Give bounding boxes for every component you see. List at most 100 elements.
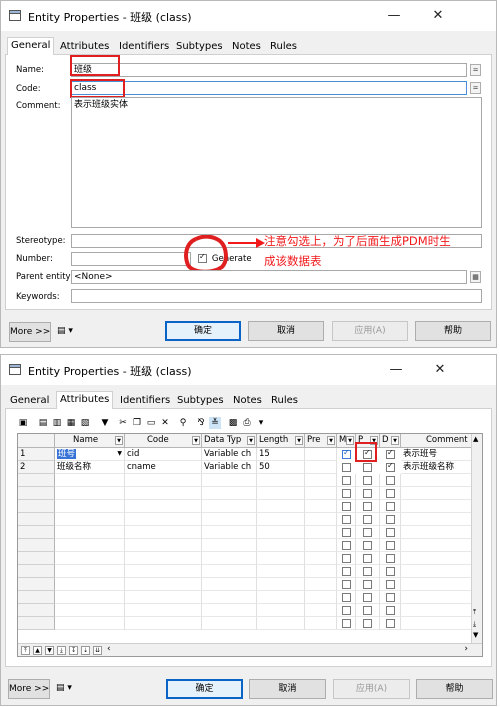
empty-cell[interactable] bbox=[125, 591, 202, 604]
empty-checkbox[interactable] bbox=[342, 502, 351, 511]
empty-cell[interactable] bbox=[125, 578, 202, 591]
empty-checkbox[interactable] bbox=[342, 593, 351, 602]
filter-off-icon[interactable]: ⅋ bbox=[195, 417, 207, 429]
empty-cell[interactable] bbox=[125, 500, 202, 513]
empty-cell[interactable] bbox=[401, 513, 473, 526]
empty-cell[interactable] bbox=[55, 552, 125, 565]
empty-cell[interactable] bbox=[125, 604, 202, 617]
empty-cell[interactable] bbox=[257, 591, 305, 604]
empty-cell[interactable] bbox=[55, 474, 125, 487]
minimize-button[interactable]: — bbox=[385, 360, 407, 380]
empty-checkbox[interactable] bbox=[363, 502, 372, 511]
cell-data-type[interactable]: Variable ch bbox=[202, 461, 257, 474]
filter-icon[interactable]: ▼ bbox=[99, 417, 111, 429]
empty-cell[interactable] bbox=[401, 565, 473, 578]
empty-checkbox[interactable] bbox=[363, 580, 372, 589]
ok-button[interactable]: 确定 bbox=[166, 679, 243, 699]
row-header[interactable] bbox=[18, 591, 55, 604]
empty-cell[interactable] bbox=[305, 617, 337, 630]
empty-cell[interactable] bbox=[125, 565, 202, 578]
cell-length[interactable]: 50 bbox=[257, 461, 305, 474]
column-header-primary[interactable]: P ▼ bbox=[356, 434, 380, 448]
column-header-mandatory[interactable]: M ▼ bbox=[337, 434, 356, 448]
empty-cell[interactable] bbox=[401, 604, 473, 617]
empty-cell[interactable] bbox=[257, 474, 305, 487]
empty-cell[interactable] bbox=[305, 513, 337, 526]
copy-icon[interactable]: ❐ bbox=[131, 417, 143, 429]
reuse-attributes-icon[interactable]: ▧ bbox=[79, 417, 91, 429]
empty-cell[interactable] bbox=[202, 565, 257, 578]
row-header[interactable] bbox=[18, 565, 55, 578]
export-excel-icon[interactable]: ▩ bbox=[227, 417, 239, 429]
empty-cell[interactable] bbox=[202, 591, 257, 604]
row-header[interactable] bbox=[18, 526, 55, 539]
column-header-data-type[interactable]: Data Typ ▼ bbox=[202, 434, 257, 448]
tab-rules[interactable]: Rules bbox=[268, 393, 301, 409]
sort-icon[interactable]: ≚ bbox=[209, 417, 221, 429]
chevron-down-icon[interactable]: ▾ bbox=[255, 417, 267, 429]
empty-cell[interactable] bbox=[125, 539, 202, 552]
row-header[interactable] bbox=[18, 552, 55, 565]
cell-data-type[interactable]: Variable ch bbox=[202, 448, 257, 461]
empty-cell[interactable] bbox=[257, 552, 305, 565]
empty-cell[interactable] bbox=[401, 526, 473, 539]
tab-identifiers[interactable]: Identifiers bbox=[116, 39, 172, 55]
scroll-right-icon[interactable]: › bbox=[464, 644, 468, 654]
delete-icon[interactable]: ✕ bbox=[159, 417, 171, 429]
insert-row-icon[interactable]: ▥ bbox=[51, 417, 63, 429]
mandatory-checkbox[interactable] bbox=[342, 448, 351, 459]
row-header[interactable] bbox=[18, 617, 55, 630]
empty-cell[interactable] bbox=[202, 500, 257, 513]
empty-checkbox[interactable] bbox=[363, 567, 372, 576]
empty-cell[interactable] bbox=[257, 604, 305, 617]
empty-checkbox[interactable] bbox=[386, 476, 395, 485]
displayed-checkbox[interactable] bbox=[386, 448, 395, 459]
empty-cell[interactable] bbox=[202, 474, 257, 487]
tab-attributes[interactable]: Attributes bbox=[57, 39, 112, 55]
empty-cell[interactable] bbox=[202, 526, 257, 539]
empty-checkbox[interactable] bbox=[342, 567, 351, 576]
sort-end-icon[interactable]: ⇊ bbox=[93, 646, 102, 655]
tab-subtypes[interactable]: Subtypes bbox=[173, 39, 226, 55]
empty-checkbox[interactable] bbox=[386, 580, 395, 589]
empty-cell[interactable] bbox=[55, 513, 125, 526]
empty-cell[interactable] bbox=[305, 578, 337, 591]
empty-checkbox[interactable] bbox=[386, 489, 395, 498]
empty-cell[interactable] bbox=[55, 565, 125, 578]
empty-cell[interactable] bbox=[125, 617, 202, 630]
name-equals-button[interactable]: = bbox=[470, 64, 481, 76]
help-button[interactable]: 帮助 bbox=[415, 321, 491, 341]
empty-checkbox[interactable] bbox=[386, 593, 395, 602]
empty-cell[interactable] bbox=[55, 487, 125, 500]
empty-cell[interactable] bbox=[55, 500, 125, 513]
empty-checkbox[interactable] bbox=[386, 606, 395, 615]
cell-comment[interactable]: 表示班号 bbox=[401, 448, 473, 461]
empty-cell[interactable] bbox=[401, 552, 473, 565]
close-button[interactable]: ✕ bbox=[427, 6, 449, 26]
column-header-length[interactable]: Length ▼ bbox=[257, 434, 305, 448]
empty-checkbox[interactable] bbox=[363, 606, 372, 615]
tab-subtypes[interactable]: Subtypes bbox=[174, 393, 227, 409]
empty-cell[interactable] bbox=[305, 539, 337, 552]
empty-checkbox[interactable] bbox=[386, 567, 395, 576]
empty-cell[interactable] bbox=[257, 487, 305, 500]
empty-checkbox[interactable] bbox=[342, 515, 351, 524]
cancel-button[interactable]: 取消 bbox=[249, 679, 326, 699]
empty-checkbox[interactable] bbox=[386, 619, 395, 628]
column-header-comment[interactable]: Comment bbox=[401, 434, 473, 448]
empty-checkbox[interactable] bbox=[342, 476, 351, 485]
paste-icon[interactable]: ▭ bbox=[145, 417, 157, 429]
empty-checkbox[interactable] bbox=[386, 528, 395, 537]
row-header[interactable] bbox=[18, 474, 55, 487]
empty-cell[interactable] bbox=[257, 513, 305, 526]
cell-length[interactable]: 15 bbox=[257, 448, 305, 461]
move-down-icon[interactable]: ▼ bbox=[45, 646, 54, 655]
apply-button[interactable]: 应用(A) bbox=[332, 321, 408, 341]
scroll-left-icon[interactable]: ‹ bbox=[107, 644, 111, 654]
empty-checkbox[interactable] bbox=[363, 541, 372, 550]
empty-cell[interactable] bbox=[55, 591, 125, 604]
empty-checkbox[interactable] bbox=[386, 515, 395, 524]
tab-notes[interactable]: Notes bbox=[229, 39, 264, 55]
add-attributes-icon[interactable]: ▦ bbox=[65, 417, 77, 429]
cell-precision[interactable] bbox=[305, 461, 337, 474]
